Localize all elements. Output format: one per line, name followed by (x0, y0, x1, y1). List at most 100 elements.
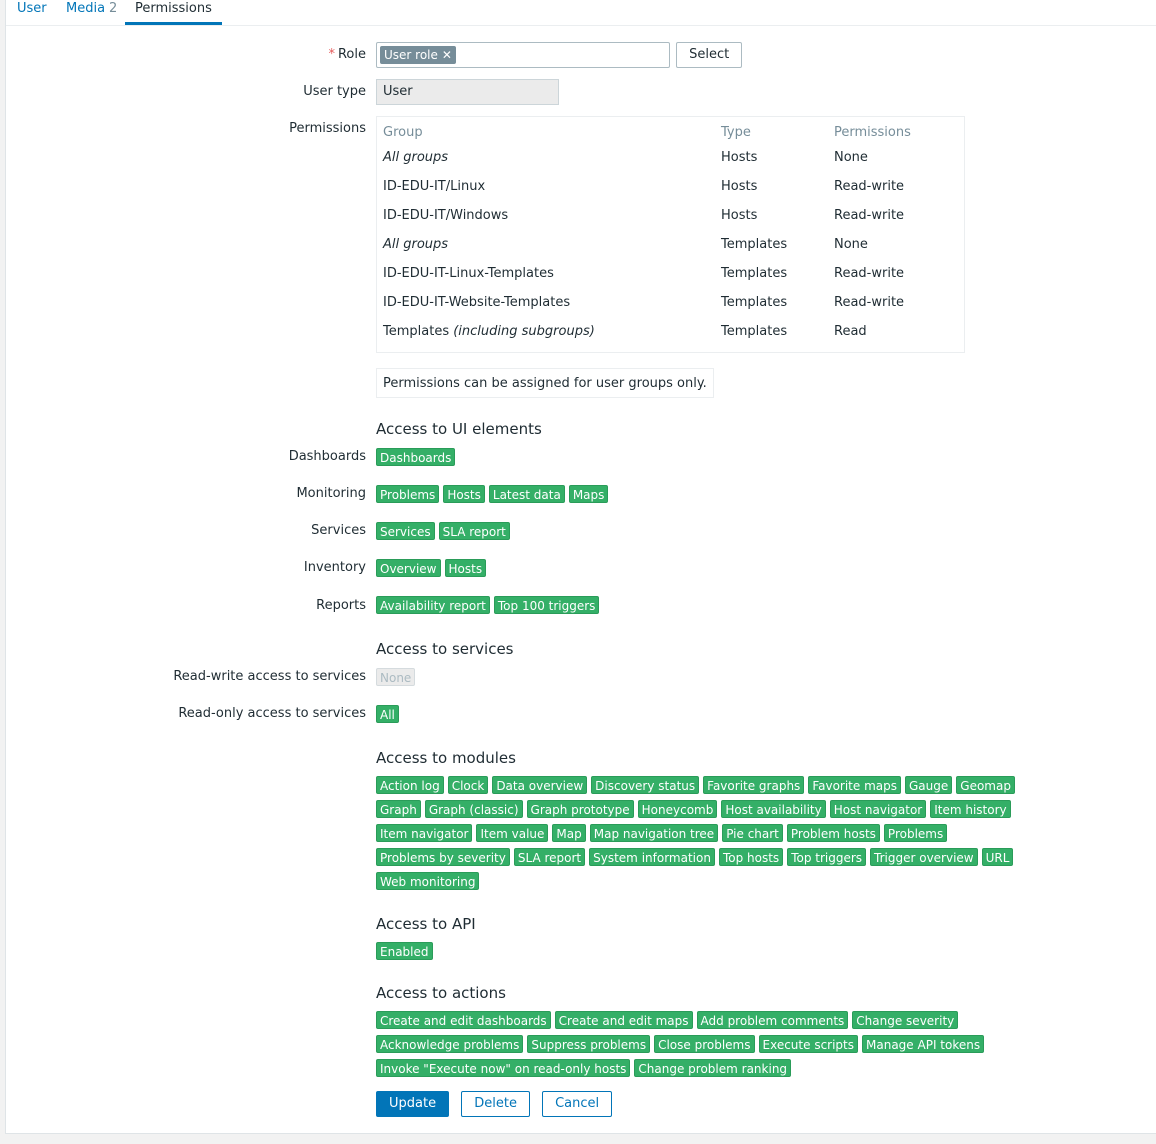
table-row: ID-EDU-IT/Linux Hosts Read-write (377, 172, 964, 201)
rw-services-label: Read-write access to services (173, 669, 366, 684)
column-header-permissions: Permissions (834, 124, 911, 140)
role-multiselect[interactable]: User role ✕ (376, 42, 670, 68)
tag: Problems by severity (376, 848, 510, 866)
permissions-table-header: Group Type Permissions (377, 121, 964, 143)
tag: Host navigator (829, 800, 927, 818)
type-cell: Templates (721, 295, 788, 310)
permission-cell: None (834, 237, 868, 252)
role-select-button[interactable]: Select (676, 42, 743, 68)
role-chip: User role ✕ (380, 46, 456, 64)
services-access-title: Access to services (376, 640, 514, 658)
permission-cell: Read-write (834, 295, 905, 310)
tag: System information (589, 848, 715, 866)
tag: None (376, 668, 416, 686)
tag: Hosts (443, 485, 485, 503)
tag: Top triggers (787, 848, 867, 866)
tag: Favorite graphs (703, 776, 805, 794)
role-field: User role ✕ Select (376, 42, 743, 68)
tag: SLA report (438, 522, 510, 540)
group-cell: ID-EDU-IT-Website-Templates (383, 295, 571, 310)
reports-label: Reports (316, 598, 366, 613)
reports-tags: Availability report Top 100 triggers (376, 596, 966, 620)
tag: Top hosts (718, 848, 784, 866)
tab-media-label: Media (66, 1, 106, 16)
tab-permissions-label: Permissions (135, 1, 212, 16)
tag: Maps (568, 485, 609, 503)
group-suffix: (including subgroups) (453, 324, 595, 339)
tag: Graph (classic) (424, 800, 523, 818)
tag: Host availability (721, 800, 826, 818)
tag: Problems (376, 485, 440, 503)
tag: Dashboards (376, 448, 456, 466)
tag: Data overview (492, 776, 588, 794)
tag: Suppress problems (527, 1035, 651, 1053)
tag: Services (376, 522, 435, 540)
type-cell: Templates (721, 324, 788, 339)
tag: Latest data (488, 485, 565, 503)
tag: Add problem comments (696, 1011, 849, 1029)
tag: Hosts (444, 559, 487, 577)
group-cell: All groups (383, 150, 449, 165)
tag: Top 100 triggers (493, 596, 600, 614)
tag: Invoke "Execute now" on read-only hosts (376, 1059, 631, 1077)
services-tags: Services SLA report (376, 522, 966, 546)
form-buttons: Update Delete Cancel (376, 1091, 613, 1117)
actions-title: Access to actions (376, 984, 506, 1002)
tag: All (376, 705, 399, 723)
api-tags: Enabled (376, 942, 966, 966)
tag: Pie chart (722, 824, 783, 842)
permission-cell: Read-write (834, 208, 905, 223)
table-row: Templates (including subgroups) Template… (377, 317, 964, 346)
services-label: Services (311, 523, 366, 538)
remove-chip-icon[interactable]: ✕ (442, 48, 452, 62)
tag: Problems (883, 824, 948, 842)
tag: Graph (376, 800, 421, 818)
table-row: ID-EDU-IT/Windows Hosts Read-write (377, 201, 964, 230)
tag: Graph prototype (526, 800, 634, 818)
group-cell: Templates (including subgroups) (377, 317, 715, 346)
tag: Availability report (376, 596, 490, 614)
user-type-label: User type (303, 84, 366, 99)
role-label-text: Role (337, 47, 366, 62)
column-header-type: Type (721, 124, 751, 140)
permissions-note: Permissions can be assigned for user gro… (376, 368, 714, 398)
permission-cell: Read (834, 324, 867, 339)
modules-title: Access to modules (376, 749, 516, 767)
tag: Change problem ranking (634, 1059, 792, 1077)
tab-user[interactable]: User (17, 0, 47, 24)
group-cell: ID-EDU-IT/Windows (383, 208, 509, 223)
tag: Enabled (376, 942, 433, 960)
update-button[interactable]: Update (376, 1091, 450, 1117)
monitoring-label: Monitoring (296, 486, 366, 501)
permissions-table: Group Type Permissions All groups Hosts … (376, 116, 965, 353)
tag: URL (981, 848, 1014, 866)
api-title: Access to API (376, 915, 476, 933)
monitoring-tags: Problems Hosts Latest data Maps (376, 485, 966, 509)
tag: Execute scripts (758, 1035, 859, 1053)
tag: Map (552, 824, 586, 842)
tag: Discovery status (591, 776, 700, 794)
type-cell: Hosts (721, 208, 758, 223)
type-cell: Templates (721, 237, 788, 252)
tag: Clock (447, 776, 489, 794)
dashboards-tags: Dashboards (376, 448, 966, 472)
tag: Action log (376, 776, 444, 794)
tag: Item value (476, 824, 549, 842)
tag: Item history (930, 800, 1011, 818)
tag: SLA report (513, 848, 586, 866)
tab-media[interactable]: Media 2 (66, 0, 117, 24)
cancel-button[interactable]: Cancel (542, 1091, 613, 1117)
table-row: All groups Templates None (377, 230, 964, 259)
group-name: Templates (383, 324, 450, 339)
column-header-group: Group (383, 124, 423, 140)
tag: Web monitoring (376, 872, 480, 890)
delete-button[interactable]: Delete (461, 1091, 530, 1117)
user-form-panel: User Media 2 Permissions * Role User role ✕… (5, 0, 1156, 1134)
table-row: ID-EDU-IT-Linux-Templates Templates Read… (377, 259, 964, 288)
tag: Close problems (654, 1035, 755, 1053)
tab-permissions[interactable]: Permissions (125, 0, 222, 25)
tag: Manage API tokens (862, 1035, 985, 1053)
permissions-label: Permissions (289, 121, 366, 136)
tag: Problem hosts (786, 824, 880, 842)
tag: Item navigator (376, 824, 473, 842)
